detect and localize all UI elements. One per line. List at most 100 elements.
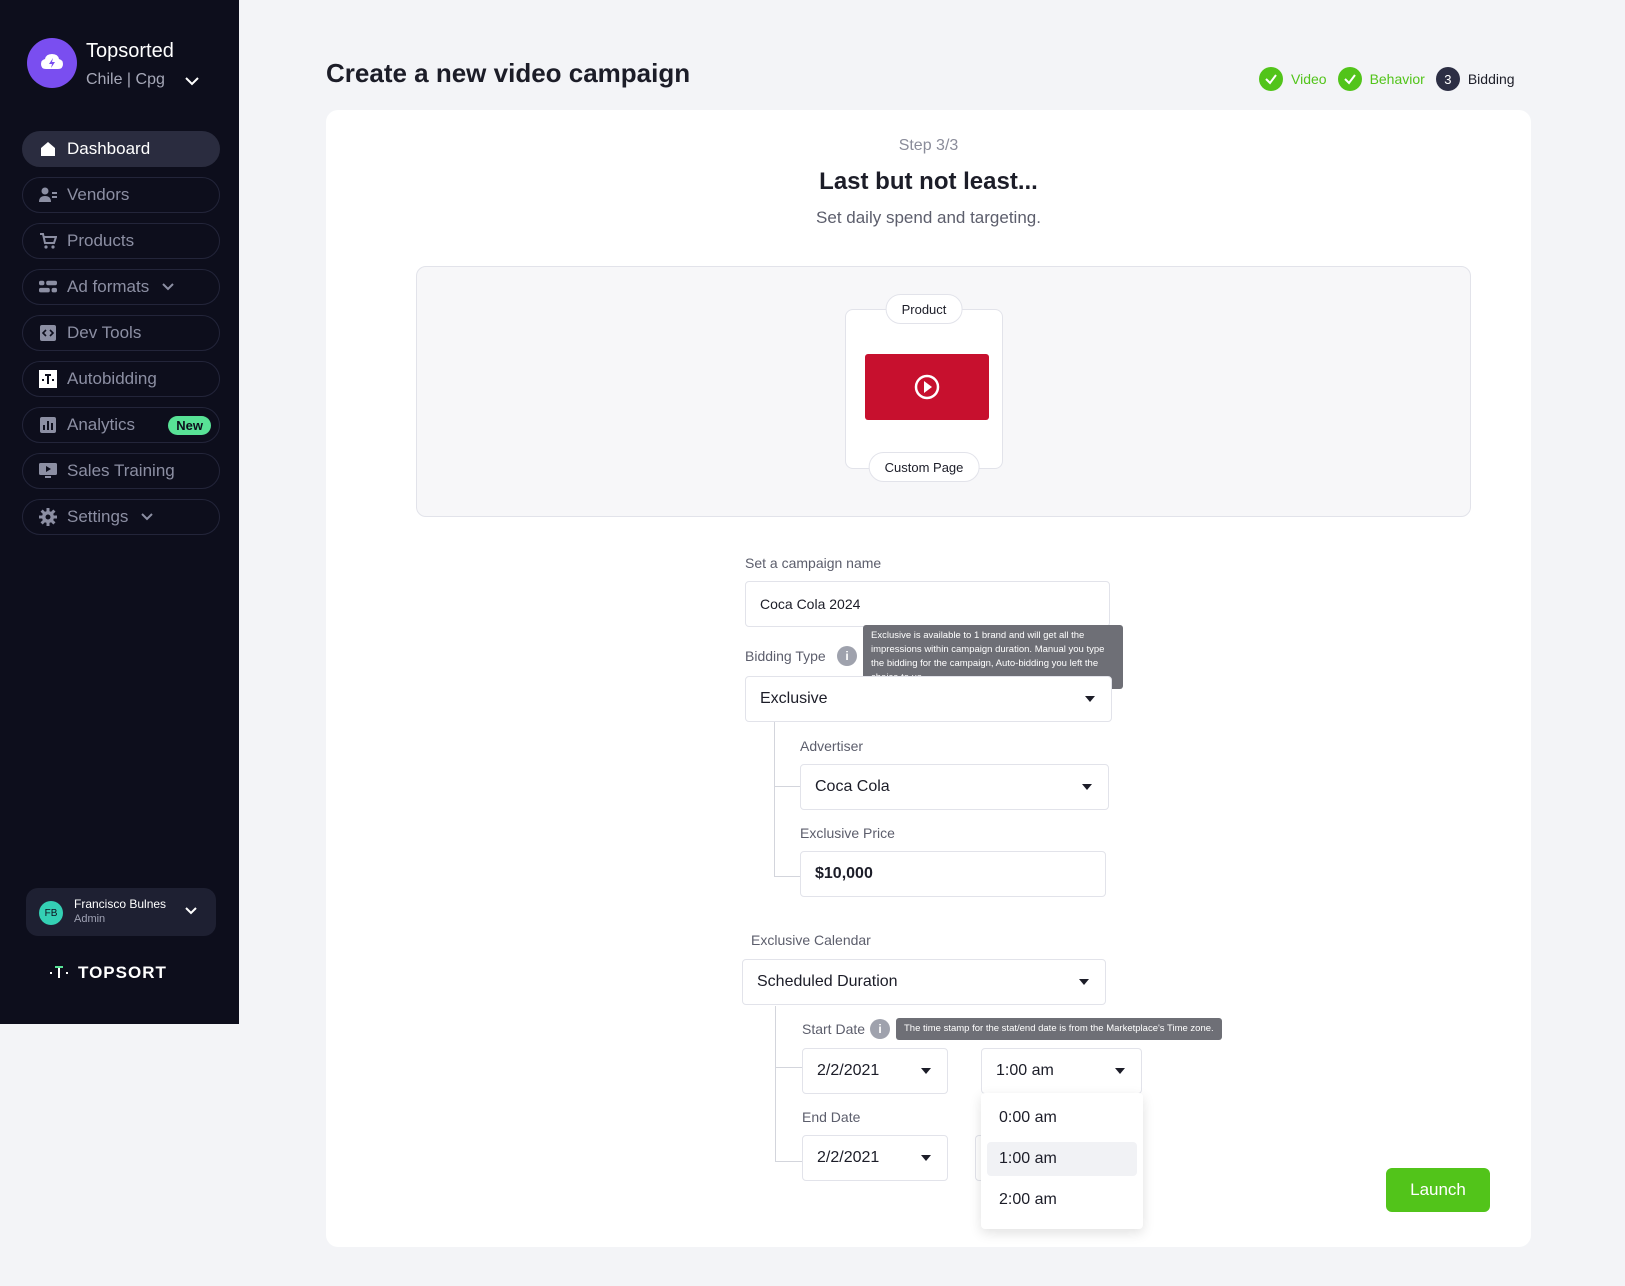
sidebar-item-ad-formats[interactable]: Ad formats [22, 269, 220, 305]
analytics-icon [39, 416, 57, 434]
bidding-type-select[interactable]: Exclusive [745, 676, 1112, 722]
ad-formats-icon [39, 278, 57, 296]
calendar-value: Scheduled Duration [757, 973, 898, 990]
start-date-tooltip: The time stamp for the stat/end date is … [896, 1018, 1222, 1040]
advertiser-select[interactable]: Coca Cola [800, 764, 1109, 810]
cart-icon [39, 232, 57, 250]
campaign-stepper: Video Behavior 3 Bidding [1259, 67, 1526, 91]
start-time-value: 1:00 am [996, 1062, 1054, 1079]
step-behavior[interactable]: Behavior [1337, 67, 1425, 91]
launch-button[interactable]: Launch [1386, 1168, 1490, 1212]
ad-preview: Product Custom Page [416, 266, 1471, 517]
code-icon [39, 324, 57, 342]
step-count: Step 3/3 [898, 137, 959, 154]
info-icon[interactable]: i [870, 1019, 890, 1039]
sidebar-item-label: Analytics [67, 415, 136, 434]
tree-line [774, 876, 800, 877]
product-pill: Product [885, 294, 963, 324]
brand-name: TOPSORT [78, 963, 167, 982]
step-number: 3 [1435, 67, 1460, 91]
vendors-icon [39, 186, 57, 204]
card-subline: Set daily spend and targeting. [816, 208, 1041, 227]
exclusive-calendar-label: Exclusive Calendar [751, 932, 871, 948]
sidebar-item-dashboard[interactable]: Dashboard [22, 131, 220, 167]
step-label: Video [1291, 71, 1327, 87]
start-time-select[interactable]: 1:00 am [981, 1048, 1142, 1094]
tree-line [774, 786, 800, 787]
autobidding-icon [39, 370, 57, 388]
org-name: Topsorted [86, 40, 174, 62]
topsort-logo-icon [50, 966, 68, 978]
gear-icon [39, 508, 57, 526]
tree-line [775, 1067, 802, 1068]
start-date-select[interactable]: 2/2/2021 [802, 1048, 948, 1094]
sidebar-item-label: Dev Tools [67, 323, 142, 342]
time-option-selected[interactable]: 1:00 am [987, 1142, 1137, 1176]
sidebar-item-label: Vendors [67, 185, 130, 204]
preview-frame: Product Custom Page [845, 294, 1003, 482]
sidebar-nav: Dashboard Vendors Products Ad formats De… [22, 131, 220, 545]
sidebar-item-label: Products [67, 231, 135, 250]
video-thumbnail[interactable] [865, 354, 989, 420]
org-region: Chile | Cpg [86, 71, 165, 88]
sidebar-item-autobidding[interactable]: Autobidding [22, 361, 220, 397]
sidebar-item-settings[interactable]: Settings [22, 499, 220, 535]
end-date-select[interactable]: 2/2/2021 [802, 1135, 948, 1181]
caret-down-icon [1115, 1068, 1125, 1074]
campaign-name-label: Set a campaign name [745, 555, 882, 571]
custom-page-pill: Custom Page [868, 452, 980, 482]
sidebar-item-vendors[interactable]: Vendors [22, 177, 220, 213]
sidebar-item-analytics[interactable]: Analytics New [22, 407, 220, 443]
chevron-down-icon[interactable] [184, 904, 198, 918]
bidding-type-value: Exclusive [760, 690, 828, 707]
caret-down-icon [921, 1155, 931, 1161]
sidebar-item-dev-tools[interactable]: Dev Tools [22, 315, 220, 351]
sidebar-item-label: Settings [67, 507, 129, 526]
caret-down-icon [921, 1068, 931, 1074]
user-name: Francisco Bulnes [74, 897, 167, 911]
step-bidding[interactable]: 3 Bidding [1435, 67, 1515, 91]
avatar: FB [39, 901, 63, 925]
bidding-type-label: Bidding Type [745, 648, 826, 664]
new-badge: New [168, 416, 211, 435]
sidebar-item-label: Ad formats [67, 277, 150, 296]
step-video[interactable]: Video [1259, 67, 1327, 91]
home-icon [39, 140, 57, 158]
exclusive-price-input[interactable]: $10,000 [800, 851, 1106, 897]
caret-down-icon [1085, 696, 1095, 702]
chevron-down-icon[interactable] [161, 280, 175, 294]
check-icon [1337, 67, 1362, 91]
org-switcher[interactable]: Topsorted Chile | Cpg [27, 38, 207, 90]
sidebar-item-sales-training[interactable]: Sales Training [22, 453, 220, 489]
card-headline: Last but not least... [819, 168, 1038, 195]
check-icon [1259, 67, 1283, 91]
advertiser-value: Coca Cola [815, 778, 890, 795]
user-menu[interactable]: FB Francisco Bulnes Admin [26, 888, 216, 936]
advertiser-label: Advertiser [800, 738, 864, 754]
caret-down-icon [1082, 784, 1092, 790]
tree-line [775, 1161, 802, 1162]
sidebar-item-products[interactable]: Products [22, 223, 220, 259]
caret-down-icon [1079, 979, 1089, 985]
info-icon[interactable]: i [837, 646, 857, 666]
tree-line [775, 1006, 776, 1162]
start-date-value: 2/2/2021 [817, 1062, 880, 1079]
time-option[interactable]: 0:00 am [987, 1101, 1137, 1135]
tree-line [774, 722, 775, 877]
end-date-label: End Date [802, 1109, 861, 1125]
play-icon[interactable] [913, 373, 941, 401]
exclusive-price-label: Exclusive Price [800, 825, 895, 841]
chevron-down-icon[interactable] [183, 72, 201, 90]
page-title: Create a new video campaign [326, 58, 691, 88]
step-label: Behavior [1369, 71, 1425, 87]
training-icon [39, 462, 57, 480]
time-option[interactable]: 2:00 am [987, 1183, 1137, 1217]
chevron-down-icon[interactable] [140, 510, 154, 524]
sidebar: Topsorted Chile | Cpg Dashboard Vendors … [0, 0, 239, 1024]
campaign-name-input[interactable]: Coca Cola 2024 [745, 581, 1110, 627]
sidebar-item-label: Dashboard [67, 139, 151, 158]
sidebar-item-label: Sales Training [67, 461, 175, 480]
exclusive-calendar-select[interactable]: Scheduled Duration [742, 959, 1106, 1005]
end-date-value: 2/2/2021 [817, 1149, 880, 1166]
sidebar-item-label: Autobidding [67, 369, 157, 388]
